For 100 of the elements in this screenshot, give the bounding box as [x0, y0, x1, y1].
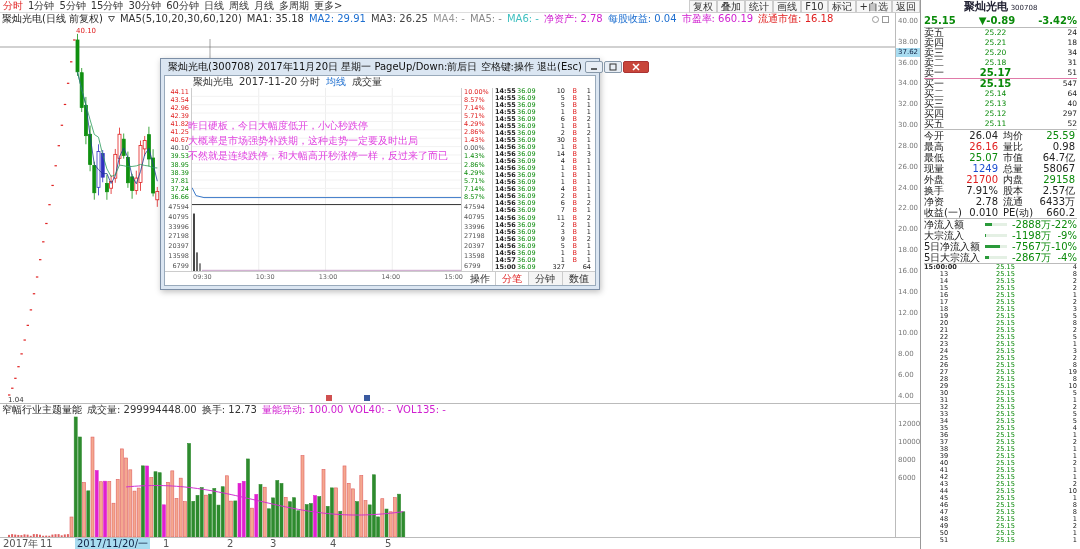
limit-up-dash — [66, 82, 70, 84]
triangle-icon[interactable] — [108, 16, 115, 22]
period-tab[interactable]: 更多> — [313, 0, 343, 12]
stat-value: 1249 — [971, 163, 999, 174]
stat-label: 外盘 — [924, 174, 945, 185]
stat-value: 25.07 — [968, 152, 999, 163]
toolbar-button[interactable]: 画线 — [773, 0, 802, 13]
marker-icon[interactable] — [326, 395, 332, 401]
indicator-value: 每股收益: 0.04 — [607, 13, 677, 25]
order-level-label: 卖四 — [924, 38, 945, 48]
toolbar-button[interactable]: +自选 — [855, 0, 892, 13]
date-label: 3 — [270, 538, 277, 549]
period-tab[interactable]: 30分钟 — [128, 0, 162, 12]
limit-up-dash — [32, 293, 36, 295]
view-tab[interactable]: 数值 — [561, 272, 595, 285]
stat-value: 25.59 — [1045, 130, 1076, 141]
toolbar-button[interactable]: 统计 — [745, 0, 774, 13]
order-level-label: 买一 — [924, 79, 945, 89]
flow-value: -7567万 — [1010, 241, 1051, 252]
limit-up-dash — [72, 39, 77, 41]
period-tab[interactable]: 周线 — [228, 0, 249, 12]
stat-label: 市值 — [1002, 152, 1024, 163]
change-percent: -3.42% — [1038, 14, 1077, 27]
limit-up-dash — [19, 353, 24, 355]
order-level-label: 卖三 — [924, 48, 945, 58]
stat-value: 6433万 — [1038, 196, 1076, 207]
order-level-label: 买五 — [924, 119, 945, 129]
date-label: 2017/11/20/一 — [75, 538, 150, 549]
stat-label: 流通 — [1002, 196, 1024, 207]
date-label: 2 — [227, 538, 234, 549]
stat-value: 660.2 — [1045, 207, 1076, 218]
stat-value: 2.78 — [974, 196, 999, 207]
limit-up-dash — [69, 61, 73, 63]
annotation-text: 大概率是市场强势补跌期，这种走势一定要及时出局 — [188, 134, 419, 146]
stat-label: 收益(一) — [924, 207, 962, 218]
period-tab[interactable]: 1分钟 — [28, 0, 55, 12]
flow-percent: -10% — [1051, 241, 1077, 252]
limit-up-dash — [53, 165, 58, 167]
toolbar-button[interactable]: 返回 — [892, 0, 920, 13]
toolbar-button[interactable]: 叠加 — [717, 0, 746, 13]
action-button[interactable]: 操作 — [465, 272, 495, 285]
chart-title: 聚灿光电(日线 前复权) — [2, 13, 103, 25]
flow-value: -2888万 — [1010, 219, 1051, 230]
stat-label: 净资 — [924, 196, 945, 207]
stat-value: 2.57亿 — [1041, 185, 1076, 196]
date-label: 5 — [385, 538, 392, 549]
indicator-value: MA2: 29.91 — [308, 13, 366, 25]
stat-value: 21700 — [965, 174, 999, 185]
order-price: 25.17 — [978, 68, 1013, 78]
annotation-text: 不然就是连续跌停，和大幅高开秒涨停一样，反过来了而已 — [188, 150, 448, 162]
indicator-value: 换手: 12.73 — [201, 404, 257, 416]
chart-header-label: 聚灿光电 — [193, 76, 233, 88]
indicator-value: 流通市值: 16.18 — [758, 13, 834, 25]
limit-up-dash — [63, 103, 67, 106]
circle-icon[interactable] — [872, 15, 879, 23]
period-tab[interactable]: 月线 — [253, 0, 274, 12]
close-button[interactable] — [622, 60, 649, 73]
date-label: 4 — [330, 538, 337, 549]
stat-label: PE(动) — [1002, 207, 1034, 218]
view-tab[interactable]: 分钟 — [528, 272, 562, 285]
period-tab[interactable]: 5分钟 — [59, 0, 86, 12]
stat-label: 股本 — [1002, 185, 1024, 196]
maximize-button[interactable] — [603, 60, 622, 73]
stock-name: 聚灿光电 — [963, 0, 1008, 14]
order-level-label: 卖一 — [924, 68, 945, 78]
chart-header-label: 均线 — [326, 76, 347, 88]
maximize-icon — [608, 62, 617, 71]
limit-up-dash — [57, 145, 61, 147]
stat-value: 0.98 — [1051, 141, 1076, 152]
square-icon[interactable] — [882, 15, 889, 23]
limit-up-dash — [44, 222, 49, 225]
order-level-label: 买二 — [924, 89, 945, 99]
flow-label: 5日大宗流入 — [924, 252, 982, 263]
price-change: ▼-0.89 — [978, 14, 1016, 27]
period-tab[interactable]: 多周期 — [278, 0, 309, 12]
indicator-value: 净资产: 2.78 — [543, 13, 603, 25]
period-tab[interactable]: 分时 — [3, 0, 23, 12]
limit-up-dash — [22, 339, 27, 341]
indicator-value: 量能异动: 100.00 — [261, 404, 344, 416]
chart-title: 窄幅行业主题量能 — [2, 404, 82, 416]
flow-percent: -9% — [1056, 230, 1077, 241]
period-tab[interactable]: 60分钟 — [166, 0, 199, 12]
period-tab[interactable]: 日线 — [203, 0, 224, 12]
indicator-value: MA4: - — [432, 13, 465, 25]
limit-up-dash — [38, 259, 42, 261]
flow-label: 大宗流入 — [924, 230, 965, 241]
indicator-value: 市盈率: 660.19 — [681, 13, 754, 25]
limit-up-dash — [16, 366, 21, 368]
toolbar-button[interactable]: 复权 — [689, 0, 718, 13]
toolbar-button[interactable]: F10 — [801, 0, 828, 13]
flow-percent: -4% — [1056, 252, 1077, 263]
toolbar-button[interactable]: 标记 — [827, 0, 856, 13]
period-tab[interactable]: 15分钟 — [90, 0, 124, 12]
minimize-button[interactable] — [584, 60, 603, 73]
stat-value: 64.7亿 — [1041, 152, 1076, 163]
stat-value: 26.04 — [968, 130, 999, 141]
stat-value: 26.16 — [968, 141, 999, 152]
marker-icon[interactable] — [364, 395, 370, 401]
stat-label: 内盘 — [1002, 174, 1024, 185]
date-label: 1 — [163, 538, 170, 549]
